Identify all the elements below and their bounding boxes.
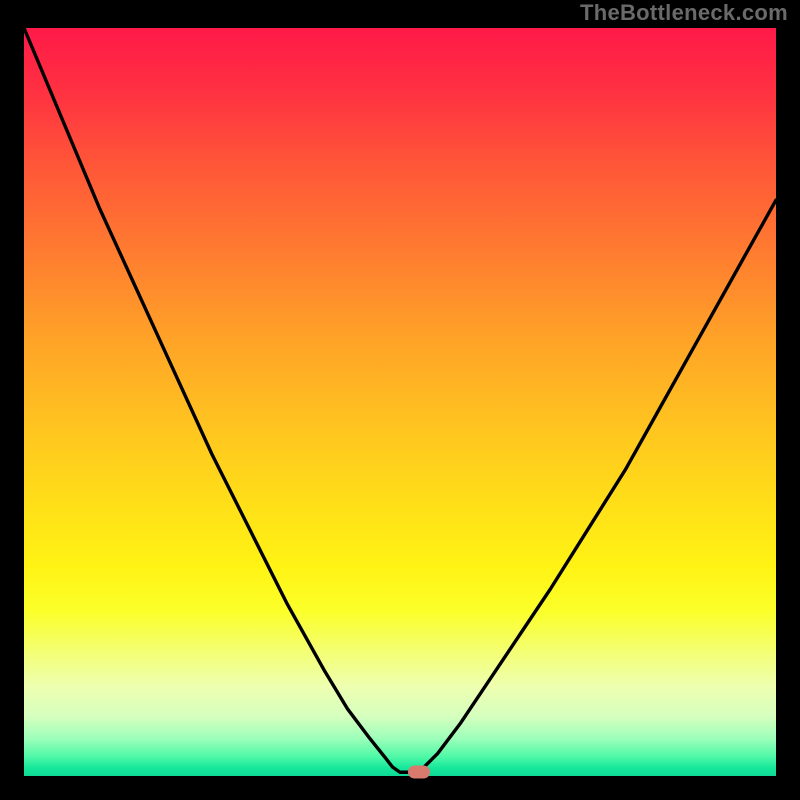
bottleneck-curve [24, 28, 776, 776]
plot-area [24, 28, 776, 776]
optimum-marker [408, 766, 430, 779]
watermark-text: TheBottleneck.com [580, 0, 788, 26]
chart-frame: TheBottleneck.com [0, 0, 800, 800]
